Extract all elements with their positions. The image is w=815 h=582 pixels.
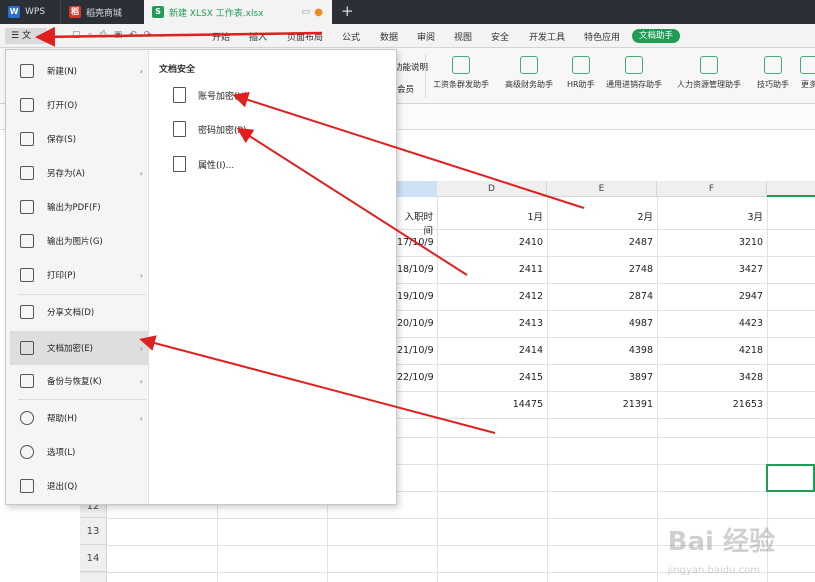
- baidu-watermark-url: jingyan.baidu.com: [667, 565, 760, 576]
- arrow-to-password-encrypt: [236, 127, 468, 276]
- annotation-arrows: [35, 26, 585, 434]
- arrow-to-document-encrypt: [139, 335, 496, 434]
- arrow-to-file-menu: [35, 26, 323, 47]
- baidu-watermark-logo: Bai 经验: [667, 527, 775, 557]
- arrow-to-account-encrypt: [232, 92, 585, 209]
